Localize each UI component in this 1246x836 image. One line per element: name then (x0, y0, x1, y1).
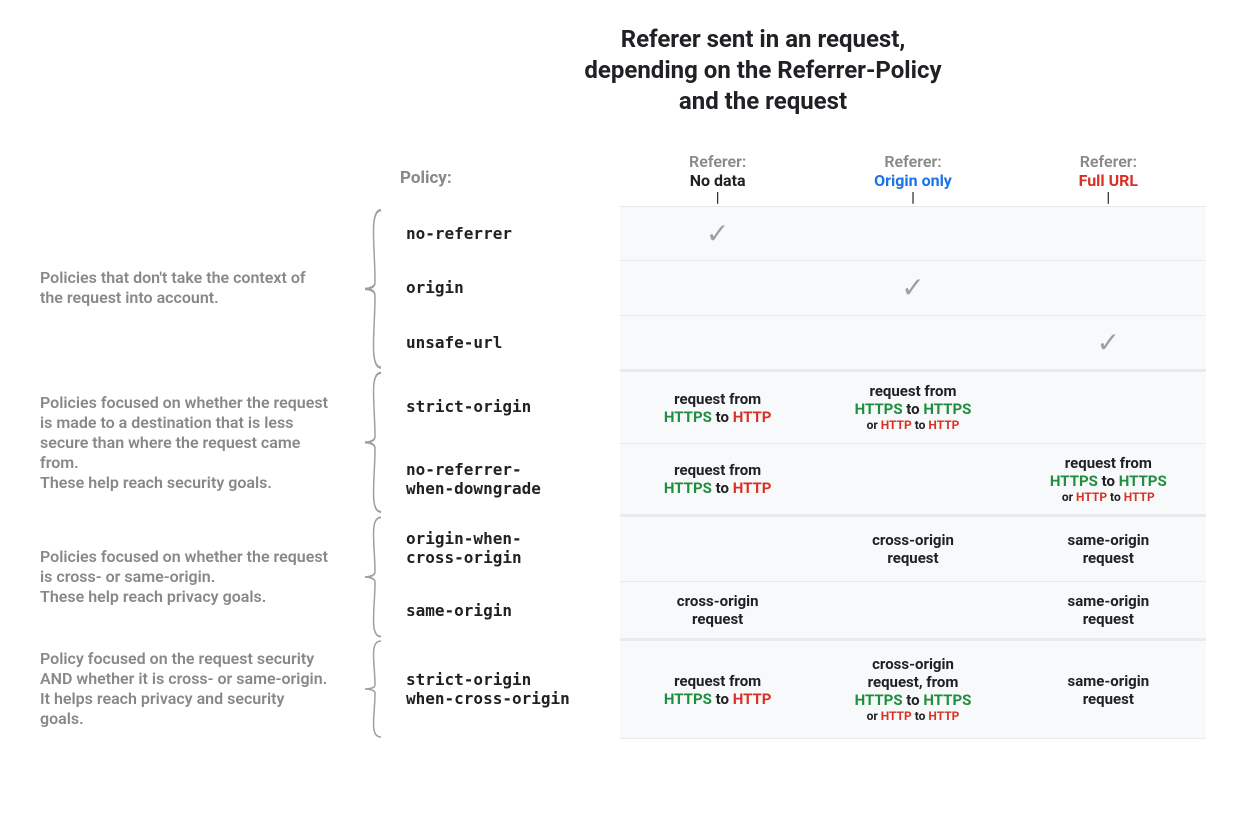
spacer (340, 146, 400, 192)
spacer (340, 192, 400, 207)
table-cell: same-originrequest (1011, 582, 1206, 639)
curly-brace-icon (340, 370, 400, 515)
table-cell (1011, 261, 1206, 316)
spacer (40, 146, 340, 192)
spacer (40, 192, 340, 207)
table-cell: same-originrequest (1011, 515, 1206, 582)
policy-name: no-referrer-when-downgrade (400, 444, 620, 515)
curly-brace-icon (340, 639, 400, 739)
check-icon: ✓ (1097, 326, 1120, 360)
column-header-full-url: Referer:Full URL (1011, 146, 1206, 192)
table-cell: cross-originrequest (620, 582, 815, 639)
table-cell: request fromHTTPS to HTTP (620, 370, 815, 443)
table-cell (815, 444, 1010, 515)
policy-name: strict-origin (400, 370, 620, 443)
table-cell (620, 316, 815, 371)
policy-name: strict-originwhen-cross-origin (400, 639, 620, 739)
group-description: Policies focused on whether the request … (40, 515, 340, 639)
table-cell (815, 207, 1010, 262)
table-cell (1011, 370, 1206, 443)
curly-brace-icon (340, 515, 400, 639)
table-cell: ✓ (620, 207, 815, 262)
policy-name: no-referrer (400, 207, 620, 262)
diagram-title: Referer sent in an request, depending on… (303, 24, 943, 118)
table-cell (815, 316, 1010, 371)
policy-name: origin (400, 261, 620, 316)
table-cell (1011, 207, 1206, 262)
check-icon: ✓ (901, 271, 924, 305)
table-cell (620, 515, 815, 582)
group-description: Policies that don't take the context of … (40, 207, 340, 371)
policy-column-label: Policy: (400, 164, 620, 192)
check-icon: ✓ (706, 217, 729, 251)
table-cell: request fromHTTPS to HTTP (620, 639, 815, 739)
policy-name: unsafe-url (400, 316, 620, 371)
spacer (400, 192, 620, 207)
table-cell (620, 261, 815, 316)
policy-name: origin-when-cross-origin (400, 515, 620, 582)
group-description: Policy focused on the request security A… (40, 639, 340, 739)
policy-name: same-origin (400, 582, 620, 639)
table-cell: request fromHTTPS to HTTPSor HTTP to HTT… (1011, 444, 1206, 515)
table-cell: cross-originrequest, fromHTTPS to HTTPSo… (815, 639, 1010, 739)
curly-brace-icon (340, 207, 400, 371)
table-cell: ✓ (1011, 316, 1206, 371)
table-cell: cross-originrequest (815, 515, 1010, 582)
table-cell: request fromHTTPS to HTTPSor HTTP to HTT… (815, 370, 1010, 443)
group-description: Policies focused on whether the request … (40, 370, 340, 515)
column-header-origin-only: Referer:Origin only (815, 146, 1010, 192)
column-header-no-data: Referer:No data (620, 146, 815, 192)
table-cell (815, 582, 1010, 639)
table-cell: ✓ (815, 261, 1010, 316)
axis-ticks: ||| (620, 192, 1206, 207)
referer-policy-table: Policy:Referer:No dataReferer:Origin onl… (40, 146, 1206, 740)
table-cell: request fromHTTPS to HTTP (620, 444, 815, 515)
table-cell: same-originrequest (1011, 639, 1206, 739)
